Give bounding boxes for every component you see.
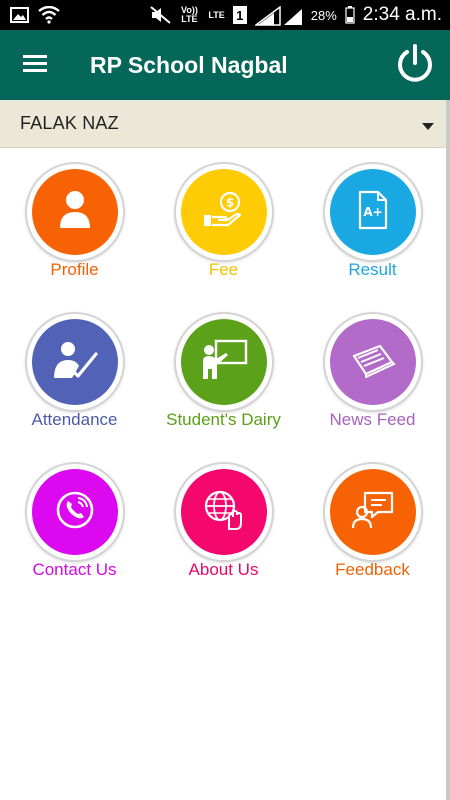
teacher-board-icon bbox=[200, 339, 248, 386]
menu-tile-label: Student's Dairy bbox=[166, 410, 281, 429]
menu-tile-fee[interactable]: $ Fee bbox=[149, 160, 298, 290]
menu-tile-label: Contact Us bbox=[32, 560, 117, 579]
person-icon bbox=[58, 190, 92, 235]
svg-text:$: $ bbox=[226, 195, 234, 209]
menu-tile-label: News Feed bbox=[329, 410, 416, 429]
logout-button[interactable] bbox=[388, 38, 442, 92]
menu-tile-profile[interactable]: Profile bbox=[0, 160, 149, 290]
result-circle-fill: A+ bbox=[330, 169, 416, 255]
signal-strength-icon bbox=[253, 5, 281, 26]
profile-circle-fill bbox=[32, 169, 118, 255]
about-us-circle bbox=[176, 464, 272, 560]
menu-button[interactable] bbox=[0, 30, 70, 100]
news-feed-circle bbox=[325, 314, 421, 410]
result-document-icon: A+ bbox=[356, 190, 390, 235]
sim-one-badge: 1 bbox=[232, 6, 247, 24]
power-icon bbox=[395, 43, 435, 88]
menu-tile-about-us[interactable]: About Us bbox=[149, 460, 298, 590]
profile-circle bbox=[27, 164, 123, 260]
student-selector[interactable]: FALAK NAZ bbox=[0, 100, 446, 148]
fee-circle-fill: $ bbox=[181, 169, 267, 255]
dropdown-arrow-icon bbox=[422, 118, 434, 136]
gallery-notification-icon bbox=[10, 6, 30, 24]
contact-us-circle-fill bbox=[32, 469, 118, 555]
about-us-circle-fill bbox=[181, 469, 267, 555]
hamburger-menu-icon bbox=[23, 53, 47, 78]
students-dairy-circle-fill bbox=[181, 319, 267, 405]
status-bar-left bbox=[10, 5, 60, 24]
newspaper-icon bbox=[350, 342, 396, 383]
app-bar: RP School Nagbal bbox=[0, 30, 450, 100]
lte-indicator: LTE bbox=[208, 9, 225, 20]
menu-tile-news-feed[interactable]: News Feed bbox=[298, 310, 447, 440]
result-circle: A+ bbox=[325, 164, 421, 260]
menu-tile-students-dairy[interactable]: Student's Dairy bbox=[149, 310, 298, 440]
menu-tile-label: Result bbox=[348, 260, 397, 279]
menu-tile-result[interactable]: A+ Result bbox=[298, 160, 447, 290]
attendance-circle bbox=[27, 314, 123, 410]
menu-tile-attendance[interactable]: Attendance bbox=[0, 310, 149, 440]
wifi-icon bbox=[38, 5, 60, 24]
volte-indicator: Vo)) LTE bbox=[180, 5, 198, 24]
globe-hand-icon bbox=[203, 489, 245, 536]
attendance-circle-fill bbox=[32, 319, 118, 405]
menu-tile-label: About Us bbox=[188, 560, 259, 579]
students-dairy-circle bbox=[176, 314, 272, 410]
mute-icon bbox=[150, 6, 172, 24]
phone-icon bbox=[54, 489, 96, 536]
menu-tile-contact-us[interactable]: Contact Us bbox=[0, 460, 149, 590]
feedback-circle-fill bbox=[330, 469, 416, 555]
feedback-circle bbox=[325, 464, 421, 560]
status-bar: Vo)) LTE LTE 1 28% 2:34 a.m. bbox=[0, 0, 450, 30]
attendance-check-icon bbox=[52, 340, 98, 385]
menu-tile-label: Profile bbox=[50, 260, 99, 279]
app-title: RP School Nagbal bbox=[90, 51, 288, 78]
svg-text:A+: A+ bbox=[363, 205, 382, 219]
battery-icon bbox=[345, 6, 355, 24]
selected-student-name: FALAK NAZ bbox=[20, 113, 119, 133]
clock: 2:34 a.m. bbox=[362, 4, 442, 25]
status-bar-right: Vo)) LTE LTE 1 28% 2:34 a.m. bbox=[150, 4, 442, 26]
menu-tile-label: Attendance bbox=[31, 410, 118, 429]
battery-percent: 28% bbox=[310, 7, 337, 23]
signal-strength-2-icon bbox=[283, 6, 303, 25]
menu-tile-label: Fee bbox=[208, 260, 239, 279]
feedback-icon bbox=[351, 490, 395, 535]
fee-circle: $ bbox=[176, 164, 272, 260]
contact-us-circle bbox=[27, 464, 123, 560]
money-hand-icon: $ bbox=[202, 191, 246, 234]
menu-tile-label: Feedback bbox=[335, 560, 410, 579]
news-feed-circle-fill bbox=[330, 319, 416, 405]
menu-tile-feedback[interactable]: Feedback bbox=[298, 460, 447, 590]
